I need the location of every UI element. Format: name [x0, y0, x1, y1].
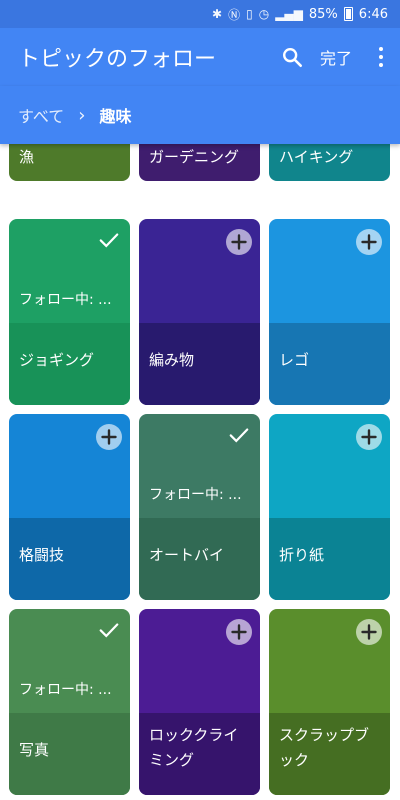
- done-button[interactable]: 完了: [320, 45, 352, 69]
- battery-percent: 85%: [308, 6, 338, 22]
- check-icon[interactable]: [98, 229, 120, 251]
- status-bar: ✱ Ⓝ ▯ ◷ ▂▄▆ 85% 6:46: [0, 0, 400, 28]
- topic-label: レゴ: [279, 351, 310, 369]
- topic-label: ジョギング: [19, 351, 95, 369]
- vibrate-icon: ▯: [246, 7, 253, 21]
- bluetooth-icon: ✱: [212, 7, 223, 21]
- search-button[interactable]: [272, 37, 312, 77]
- add-icon[interactable]: [356, 424, 382, 450]
- alarm-icon: ◷: [258, 7, 270, 21]
- add-icon[interactable]: [226, 619, 252, 645]
- signal-icon: ▂▄▆: [275, 7, 303, 21]
- topic-tile[interactable]: 写真 フォロー中: ...: [9, 609, 130, 795]
- add-icon[interactable]: [226, 229, 252, 255]
- topic-label: 編み物: [149, 351, 195, 369]
- topic-label: 漁: [19, 148, 35, 166]
- chevron-right-icon: ›: [78, 104, 86, 126]
- topic-label: スクラップブック: [279, 726, 370, 769]
- more-options-icon[interactable]: [366, 37, 396, 77]
- topic-tile[interactable]: 格闘技: [9, 414, 130, 600]
- topic-label: 格闘技: [19, 546, 65, 564]
- topic-grid: 漁ガーデニング ハイキング ジョギング フォロー中: ... 編み物 レゴ 格闘技 オートバイ…: [0, 144, 400, 800]
- topic-tile[interactable]: 折り紙: [269, 414, 390, 600]
- breadcrumb-all[interactable]: すべて: [18, 103, 64, 127]
- add-icon[interactable]: [96, 424, 122, 450]
- topic-tile[interactable]: 漁: [9, 144, 130, 181]
- add-icon[interactable]: [356, 619, 382, 645]
- topic-label: オートバイ: [149, 546, 225, 564]
- topic-label: 折り紙: [279, 546, 325, 564]
- topic-tile[interactable]: ジョギング フォロー中: ...: [9, 219, 130, 405]
- following-status: フォロー中: ...: [19, 292, 112, 308]
- topic-tile[interactable]: ハイキング: [269, 144, 390, 181]
- topic-tile[interactable]: 編み物: [139, 219, 260, 405]
- battery-icon: [343, 7, 353, 21]
- check-icon[interactable]: [98, 619, 120, 641]
- nfc-icon: Ⓝ: [228, 7, 241, 22]
- page-title: トピックのフォロー: [18, 47, 217, 72]
- check-icon[interactable]: [228, 424, 250, 446]
- breadcrumb: すべて › 趣味: [0, 86, 400, 144]
- following-status: フォロー中: ...: [19, 682, 112, 698]
- following-status: フォロー中: ...: [149, 487, 242, 503]
- topic-label: ロッククライミング: [149, 726, 239, 769]
- topic-tile[interactable]: ガーデニング: [139, 144, 260, 181]
- app-bar: トピックのフォロー 完了: [0, 28, 400, 86]
- topic-label: ガーデニング: [149, 148, 240, 166]
- topic-tile[interactable]: ロッククライミング: [139, 609, 260, 795]
- topic-label: 写真: [19, 741, 50, 759]
- topic-tile[interactable]: スクラップブック: [269, 609, 390, 795]
- breadcrumb-current: 趣味: [99, 107, 132, 126]
- topic-label: ハイキング: [279, 148, 354, 166]
- clock: 6:46: [358, 6, 388, 22]
- search-icon: [283, 48, 302, 67]
- topic-tile[interactable]: オートバイ フォロー中: ...: [139, 414, 260, 600]
- topic-tile[interactable]: レゴ: [269, 219, 390, 405]
- add-icon[interactable]: [356, 229, 382, 255]
